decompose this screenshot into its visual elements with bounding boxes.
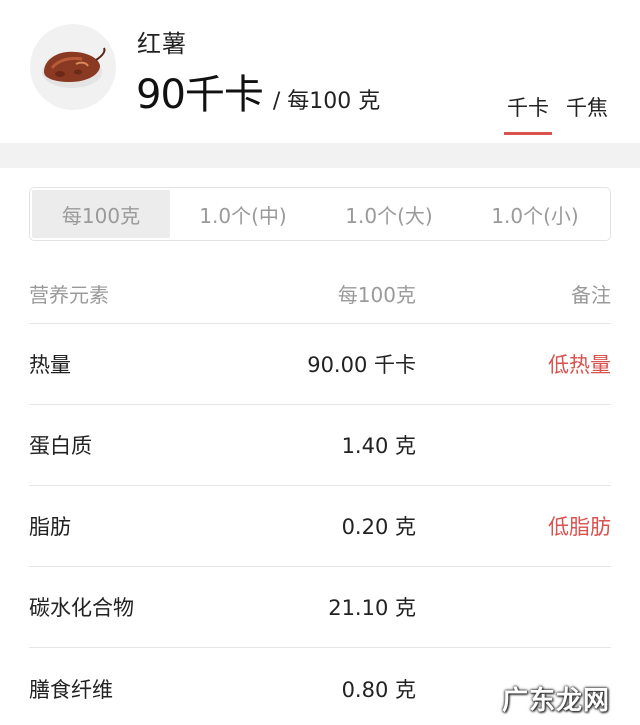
table-row: 脂肪 0.20 克 低脂肪 (29, 486, 611, 567)
portion-small[interactable]: 1.0个(小) (462, 190, 608, 238)
nutrient-name: 热量 (29, 353, 71, 377)
nutrient-value: 1.40 克 (341, 434, 416, 458)
nutrient-note: 低脂肪 (548, 515, 611, 539)
watermark: 广东龙网 (501, 686, 610, 716)
header-note: 备注 (571, 283, 611, 307)
nutrient-value: 0.80 克 (341, 677, 416, 702)
food-image (30, 24, 116, 110)
nutrient-name: 碳水化合物 (29, 596, 134, 620)
energy-unit-toggle: 千卡 千焦 (504, 92, 608, 135)
portion-per-100g[interactable]: 每100克 (32, 190, 170, 238)
table-row: 蛋白质 1.40 克 (29, 405, 611, 486)
header-nutrient: 营养元素 (29, 283, 109, 307)
nutrient-name: 膳食纤维 (29, 677, 113, 702)
tab-kj[interactable]: 千焦 (566, 92, 608, 135)
nutrient-name: 蛋白质 (29, 434, 92, 458)
tab-kcal[interactable]: 千卡 (504, 92, 552, 135)
header-per-100g: 每100克 (337, 283, 416, 307)
nutrient-name: 脂肪 (29, 515, 71, 539)
food-name: 红薯 (137, 30, 187, 58)
table-header: 营养元素 每100克 备注 (29, 264, 611, 324)
portion-medium[interactable]: 1.0个(中) (170, 190, 316, 238)
calorie-summary: 90千卡 / 每100 克 (136, 62, 380, 120)
sweet-potato-icon (42, 47, 106, 88)
calorie-per-unit: / 每100 克 (272, 89, 381, 114)
nutrition-table: 营养元素 每100克 备注 热量 90.00 千卡 低热量 蛋白质 1.40 克… (29, 264, 611, 725)
nutrient-value: 90.00 千卡 (307, 353, 416, 377)
nutrient-note: 低热量 (548, 353, 611, 377)
table-row: 碳水化合物 21.10 克 (29, 567, 611, 648)
table-row: 热量 90.00 千卡 低热量 (29, 324, 611, 405)
nutrient-value: 21.10 克 (328, 596, 416, 620)
food-header: 红薯 90千卡 / 每100 克 千卡 千焦 (0, 0, 640, 143)
calorie-value: 90千卡 (136, 72, 264, 118)
portion-large[interactable]: 1.0个(大) (316, 190, 462, 238)
portion-selector: 每100克 1.0个(中) 1.0个(大) 1.0个(小) (29, 187, 611, 241)
nutrient-value: 0.20 克 (341, 515, 416, 539)
section-divider (0, 143, 640, 168)
